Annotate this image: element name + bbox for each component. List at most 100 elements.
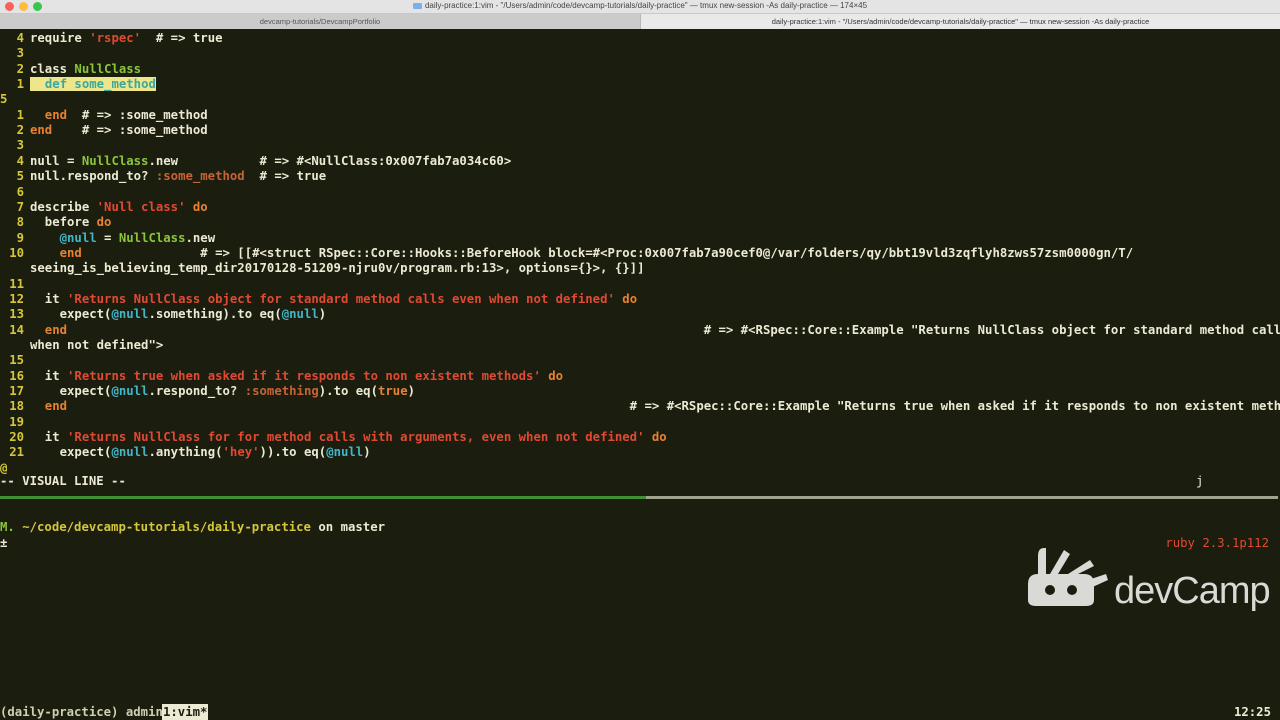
vim-editor-pane[interactable]: 4 require 'rspec' # => true 3 2 class NullCl… [0,31,1280,475]
line-number: 14 [9,322,24,337]
line-number: 7 [16,199,24,214]
code-token: # => :some_method [67,107,208,122]
code-text: null.respond_to? :some_method # => true [30,169,326,184]
pane-divider-inactive[interactable] [646,496,1278,499]
prompt-on-text: on [318,520,334,534]
code-token: .new # => #<NullClass:0x007fab7a034c60> [148,153,512,168]
code-token: .new [185,230,216,245]
line-number: 3 [16,46,24,61]
vim-mode-indicator: -- VISUAL LINE -- [0,474,126,488]
window-title: daily-practice:1:vim - "/Users/admin/cod… [0,1,1280,10]
code-token: class [30,61,75,76]
code-token: # => #<RSpec::Core::Example "Returns Nul… [67,322,1280,337]
code-text: require 'rspec' # => true [30,31,223,46]
code-token: some_method [67,77,156,92]
code-token: NullClass [81,153,149,168]
code-text: end # => :some_method [30,123,208,138]
window-titlebar: daily-practice:1:vim - "/Users/admin/cod… [0,0,1280,14]
line-number: 21 [9,445,24,460]
line-number: 11 [9,276,24,291]
line-number: 16 [9,368,24,383]
line-number: 8 [16,215,24,230]
code-token: ) [318,307,327,322]
tab-devcamp-portfolio[interactable]: devcamp-tutorials/DevcampPortfolio [0,14,641,29]
line-number: 2 [16,123,24,138]
code-text: it 'Returns NullClass for for method cal… [30,430,667,445]
code-token: # => true [244,169,327,184]
code-token: )).to eq( [259,445,327,460]
line-number: 9 [16,230,24,245]
code-token: :some_method [155,169,245,184]
code-token: 'rspec' [89,31,142,45]
code-token: def [44,77,68,92]
line-number: 5 [0,92,8,107]
code-token: .anything( [148,445,223,460]
code-token: end [30,107,68,122]
code-token: # => #<RSpec::Core::Example "Returns tru… [67,399,1280,414]
line-number: 15 [9,353,24,368]
code-text: it 'Returns true when asked if it respon… [30,369,563,384]
code-token: 'Returns true when asked if it responds … [67,368,541,383]
line-number: 3 [16,138,24,153]
tmux-window-tab[interactable]: 1:vim* [162,704,209,720]
devcamp-logo: devCamp [1024,544,1271,616]
line-number: 10 [9,245,24,260]
code-token: end [30,245,82,260]
code-token: require [30,31,90,45]
code-token: seeing_is_believing_temp_dir20170128-512… [30,261,645,276]
swiss-army-knife-logo-icon [1028,548,1108,606]
code-token: = [96,230,119,245]
vim-pending-key: j [1196,474,1204,488]
code-token: null.respond_to? [30,169,156,184]
line-number: 6 [16,184,24,199]
code-token: # => :some_method [52,123,208,138]
code-text: expect(@null.anything('hey')).to eq(@nul… [30,445,371,460]
code-token: @null [281,307,319,322]
code-text: it 'Returns NullClass object for standar… [30,292,637,307]
code-text: describe 'Null class' do [30,200,208,215]
code-token: @null [326,445,364,460]
code-token: it [30,430,68,445]
pane-divider-active[interactable] [0,496,646,499]
line-number: 19 [9,414,24,429]
code-token: NullClass [74,61,142,76]
code-token: end [30,399,68,414]
code-text: when not defined"> [30,338,163,353]
code-token: @null [111,307,149,322]
code-token: @null [111,384,149,399]
code-text: end # => #<RSpec::Core::Example "Returns… [30,399,1280,414]
tmux-session-name: (daily-practice) admin [0,705,163,719]
code-token: expect( [30,445,112,460]
code-token: 'hey' [222,445,260,460]
code-text: end # => [[#<struct RSpec::Core::Hooks::… [30,245,1134,261]
code-text: @null = NullClass.new [30,230,216,246]
code-token: .something).to eq( [148,307,282,322]
tmux-status-bar: (daily-practice) admin 1:vim* 12:25 [0,704,1280,720]
code-text: null = NullClass.new # => #<NullClass:0x… [30,154,511,169]
code-token: ) [407,384,416,399]
code-token: @null [111,445,149,460]
code-token: describe [30,199,97,214]
code-token: when not defined"> [30,338,164,352]
code-token: end [30,123,53,138]
code-token: before [30,215,97,230]
line-number: 5 [16,169,24,184]
tab-daily-practice[interactable]: daily-practice:1:vim - "/Users/admin/cod… [641,14,1280,29]
prompt-input-symbol[interactable]: ± [0,536,7,550]
code-token: true [378,384,408,399]
code-token: # => [[#<struct RSpec::Core::Hooks::Befo… [81,245,1134,260]
line-number: 12 [9,291,24,306]
code-token: ).to eq( [318,384,378,399]
code-text: end # => #<RSpec::Core::Example "Returns… [30,323,1280,338]
code-token: :something [244,384,319,399]
line-number: 2 [16,61,24,76]
line-number: 1 [16,77,24,92]
code-text: before do [30,215,112,230]
code-token: @null [30,230,97,245]
code-token: # => true [141,31,223,45]
code-text: class NullClass [30,62,141,77]
code-token: 'Null class' [96,199,186,214]
code-token: 'Returns NullClass object for standard m… [67,291,615,306]
logo-wordmark: devCamp [1114,570,1271,612]
code-token: ) [363,445,371,460]
